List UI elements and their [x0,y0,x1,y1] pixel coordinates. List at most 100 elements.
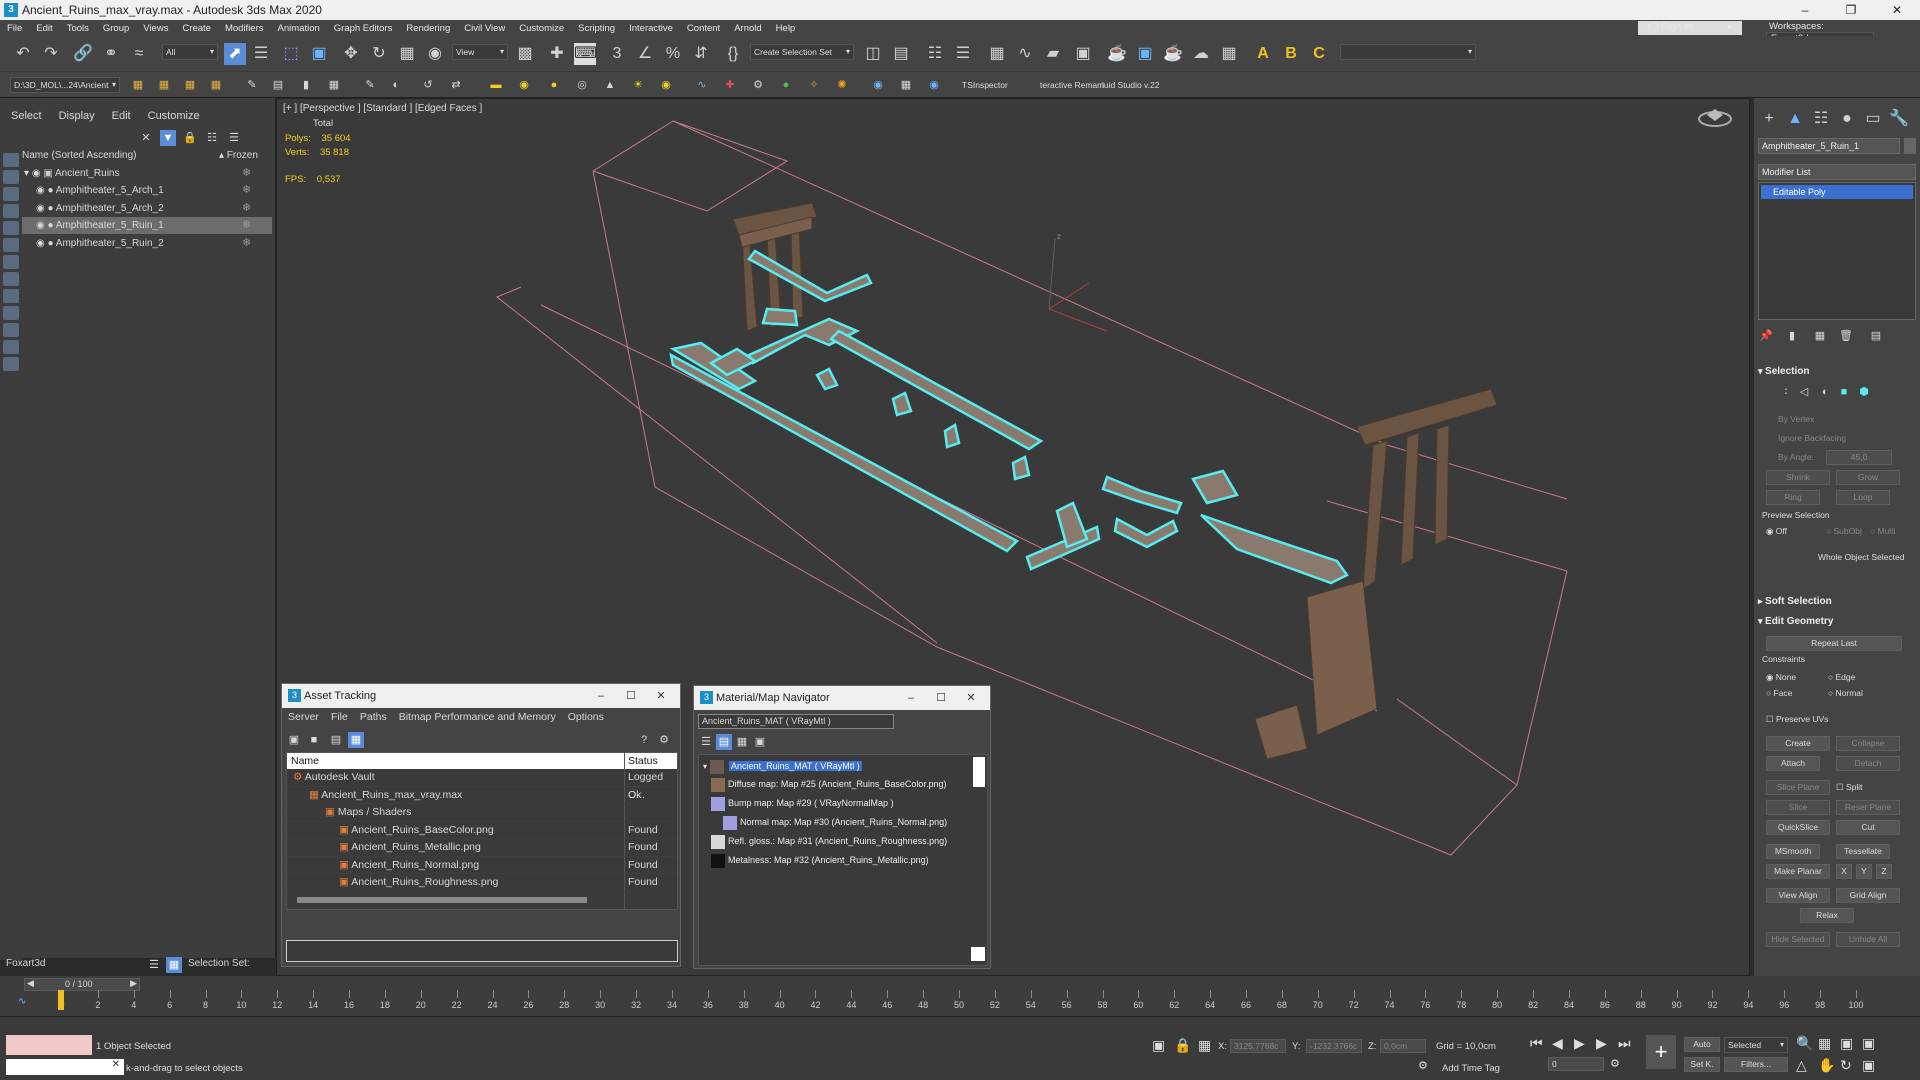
display-frozen-icon[interactable] [3,340,19,354]
close-button[interactable]: ✕ [1874,0,1920,20]
menu-edit[interactable]: Edit [29,23,59,34]
menu-civil-view[interactable]: Civil View [457,23,512,34]
align-icon[interactable]: ▤ [890,43,912,65]
asset-row[interactable]: ▣ Maps / Shaders [287,804,677,822]
modify-tab-icon[interactable]: ▲ [1784,108,1806,130]
asset-menu-bitmap-performance-and-memory[interactable]: Bitmap Performance and Memory [393,708,562,726]
rotate-icon[interactable]: ↻ [368,43,390,65]
asset-menu-paths[interactable]: Paths [354,708,393,726]
selection-lock-icon[interactable]: 🔒 [1174,1037,1191,1054]
column-name[interactable]: Name [287,755,319,767]
make-unique-icon[interactable]: ▦ [1812,328,1828,344]
vertex-mode-icon[interactable]: ∶ [1778,384,1794,400]
pan-icon[interactable]: ✋ [1818,1057,1835,1074]
render-cloud-icon[interactable]: ☁ [1190,43,1212,65]
quickslice-button[interactable]: QuickSlice [1766,820,1830,835]
material-editor-icon[interactable]: ▣ [1072,43,1094,65]
eye-icon[interactable]: ◉ [22,238,45,249]
orbit-icon[interactable]: ↻ [1840,1057,1852,1074]
maximize-viewport-icon[interactable]: ▣ [1862,1057,1875,1074]
by-vertex-checkbox[interactable]: By Vertex [1778,414,1814,424]
close-icon[interactable]: ✕ [112,1059,120,1070]
object-color-swatch[interactable] [1904,138,1916,154]
vertical-scrollbar[interactable] [973,757,985,787]
small-icons-view-icon[interactable]: ▦ [734,734,750,750]
material-navigator-titlebar[interactable]: 3 Material/Map Navigator – ☐ ✕ [694,686,990,710]
z-coordinate-field[interactable]: 0,0cm [1380,1039,1426,1053]
ring-button[interactable]: Ring [1766,490,1820,505]
next-frame-icon[interactable]: ▶ [1596,1035,1607,1052]
material-map-row[interactable]: Normal map: Map #30 (Ancient_Ruins_Norma… [723,815,947,830]
menu-arnold[interactable]: Arnold [727,23,768,34]
extra-toolbar-dropdown[interactable] [1340,44,1476,60]
split-checkbox[interactable]: ☐ Split [1836,782,1863,793]
edit-geometry-rollout[interactable]: Edit Geometry [1758,616,1914,630]
text-c-icon[interactable]: C [1308,43,1330,65]
go-to-start-icon[interactable]: ⏮ [1530,1035,1543,1052]
environment-icon[interactable]: ▦ [1218,43,1240,65]
asset-row[interactable]: ▣ Ancient_Ruins_BaseColor.png Found [287,822,677,839]
border-mode-icon[interactable]: ◖ [1816,384,1832,400]
move-icon[interactable]: ✥ [340,43,362,65]
asset-menu-server[interactable]: Server [282,708,325,726]
select-manipulate-icon[interactable]: ✚ [546,43,568,65]
play-icon[interactable]: ▶ [1574,1035,1585,1052]
layer-name[interactable]: Foxart3d [6,958,45,969]
planar-z-button[interactable]: Z [1876,864,1892,879]
link-icon[interactable]: 🔗 [72,43,94,65]
utilities-tab-icon[interactable]: 🔧 [1888,108,1910,130]
menu-group[interactable]: Group [96,23,136,34]
asset-menu-file[interactable]: File [325,708,354,726]
named-selection-icon[interactable]: {} [722,43,744,65]
sphere-primitive-icon[interactable]: ◉ [516,77,532,93]
menu-interactive[interactable]: Interactive [622,23,680,34]
time-tag-icon[interactable]: ⚙ [1418,1059,1428,1072]
scene-item-row[interactable]: ◉ ● Amphitheater_5_Arch_2 ❄ [22,200,272,217]
eye-icon[interactable]: ◉ [32,168,41,179]
table-view-icon[interactable]: ▦ [348,732,364,748]
by-angle-checkbox[interactable]: By Angle: [1778,452,1814,462]
light-icon[interactable]: ● [546,77,562,93]
close-button[interactable]: ✕ [956,686,986,710]
preview-off-radio[interactable]: ◉ Off [1766,526,1787,537]
maximize-button[interactable]: ☐ [926,686,956,710]
constraint-none-radio[interactable]: ◉ None [1766,672,1796,683]
brush-icon[interactable]: ✎ [244,77,260,93]
menu-modifiers[interactable]: Modifiers [218,23,271,34]
open-folder-icon[interactable]: ▦ [156,77,172,93]
menu-scripting[interactable]: Scripting [571,23,622,34]
tab-select[interactable]: Select [0,110,48,126]
timeline-ruler[interactable]: 0246810121416182022242628303234363840424… [52,990,1868,1014]
shrink-button[interactable]: Shrink [1766,470,1830,485]
maximize-button[interactable]: ❐ [1828,0,1874,20]
display-cameras-icon[interactable] [3,221,19,235]
asset-row[interactable]: ⚙ Autodesk Vault Logged O... [287,769,677,801]
selection-filter-dropdown[interactable]: All [162,44,218,60]
dynamics-icon[interactable]: ✧ [806,77,822,93]
display-bones-icon[interactable] [3,306,19,320]
maxscript-listener[interactable] [6,1035,92,1055]
unlink-icon[interactable]: ⚭ [100,43,122,65]
placement-icon[interactable]: ◉ [424,43,446,65]
display-tab-icon[interactable]: ▭ [1862,108,1884,130]
ignore-backfacing-checkbox[interactable]: Ignore Backfacing [1778,433,1846,443]
render-sphere-icon[interactable]: ◉ [926,77,942,93]
spline-icon[interactable]: ∿ [694,77,710,93]
key-filter-dropdown[interactable]: Selected [1724,1037,1788,1053]
helper-icon[interactable]: ✚ [722,77,738,93]
view-align-button[interactable]: View Align [1766,888,1830,903]
project-folder-icon[interactable]: ▦ [130,77,146,93]
horizontal-scrollbar[interactable] [297,897,587,903]
render-setup-icon[interactable]: ☕ [1106,43,1128,65]
rendered-frame-icon[interactable]: ▣ [1134,43,1156,65]
torus-icon[interactable]: ◎ [574,77,590,93]
omni-light-icon[interactable]: ◉ [658,77,674,93]
list-icons-view-icon[interactable]: ▤ [716,734,732,750]
planar-y-button[interactable]: Y [1856,864,1872,879]
make-planar-button[interactable]: Make Planar [1766,864,1830,879]
particle-icon[interactable]: ● [778,77,794,93]
spinner-snap-icon[interactable]: ⇵ [690,43,712,65]
modifier-editable-poly[interactable]: Editable Poly [1761,185,1913,199]
display-hidden-icon[interactable] [3,357,19,371]
cut-button[interactable]: Cut [1836,820,1900,835]
